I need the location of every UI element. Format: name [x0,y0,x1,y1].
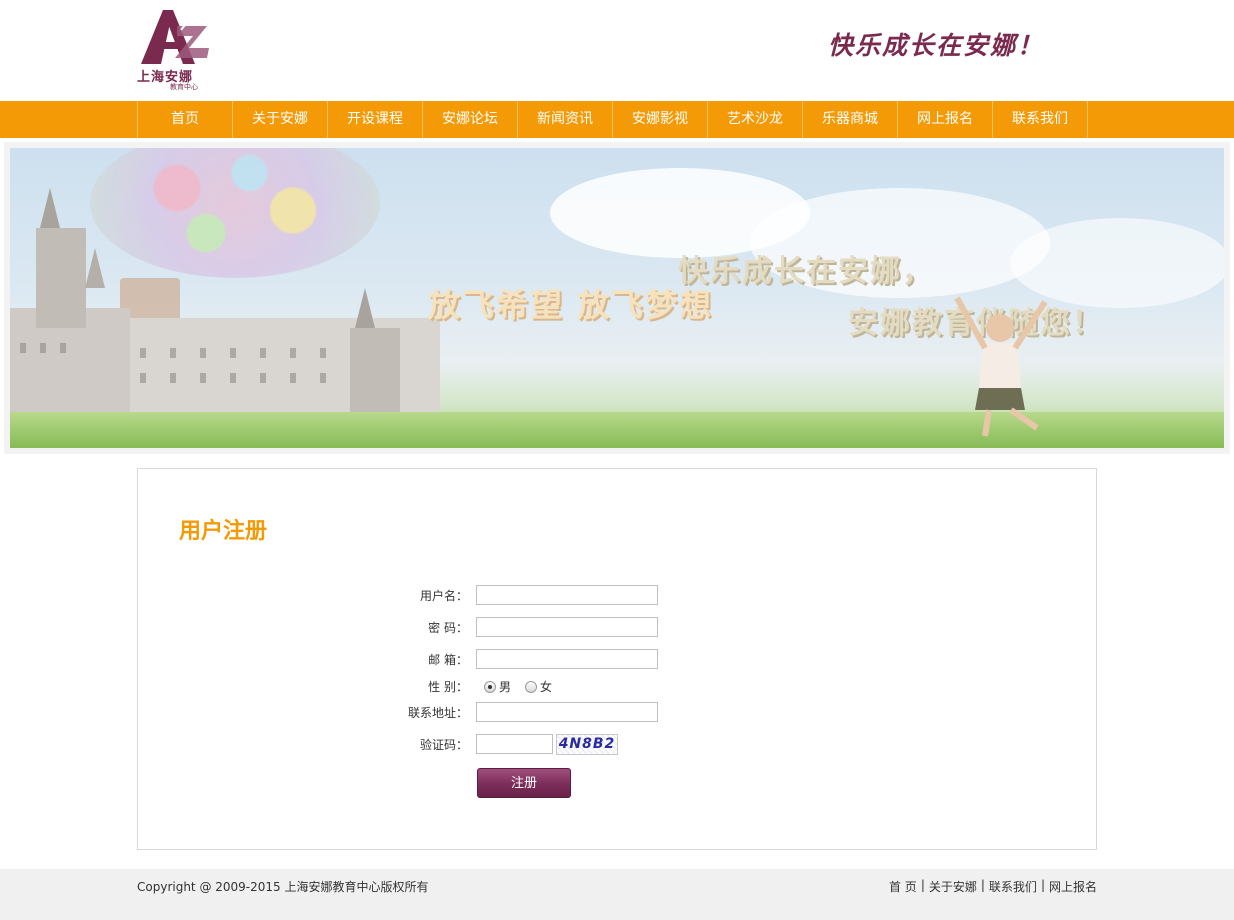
footer-link-signup[interactable]: 网上报名 [1049,878,1097,895]
nav-item-shop[interactable]: 乐器商城 [803,101,898,138]
nav-item-video[interactable]: 安娜影视 [613,101,708,138]
email-label: 邮 箱： [428,653,468,667]
footer-separator: | [980,878,985,892]
banner-slogan-2: 快乐成长在安娜， [678,254,934,289]
footer-links: 首 页 | 关于安娜 | 联系我们 | 网上报名 [889,878,1097,895]
logo-subtext: 教育中心 [170,83,198,91]
registration-panel: 用户注册 用户名： 密 码： 邮 箱： 性 别： 男 女 联系地址： 验证码： … [137,468,1097,850]
gender-male-radio[interactable] [484,681,496,693]
address-label: 联系地址： [407,706,468,720]
address-input[interactable] [476,702,658,722]
nav-item-contact[interactable]: 联系我们 [993,101,1088,138]
copyright-text: Copyright @ 2009-2015 上海安娜教育中心版权所有 [137,880,429,894]
password-label: 密 码： [428,621,468,635]
main-nav: 首页 关于安娜 开设课程 安娜论坛 新闻资讯 安娜影视 艺术沙龙 乐器商城 网上… [0,101,1234,138]
gender-male-label[interactable]: 男 [499,676,511,698]
captcha-row: 验证码： 4N8B2 [388,734,688,756]
header: 上海安娜 教育中心 快乐成长在安娜！ [0,0,1234,101]
nav-item-home[interactable]: 首页 [138,101,233,138]
password-input[interactable] [476,617,658,637]
banner-slogan-1: 放飞希望 放飞梦想 [428,286,714,324]
header-slogan: 快乐成长在安娜！ [828,31,1045,60]
footer-separator: | [920,878,925,892]
footer-separator: | [1040,878,1045,892]
az-logo-icon [141,10,209,64]
nav-item-forum[interactable]: 安娜论坛 [423,101,518,138]
email-input[interactable] [476,649,658,669]
banner-frame: 放飞希望 放飞梦想 快乐成长在安娜， 安娜教育伴随您！ [4,142,1230,454]
captcha-image[interactable]: 4N8B2 [556,734,618,755]
nav-list: 首页 关于安娜 开设课程 安娜论坛 新闻资讯 安娜影视 艺术沙龙 乐器商城 网上… [137,101,1088,138]
nav-item-signup[interactable]: 网上报名 [898,101,993,138]
gender-female-label[interactable]: 女 [540,676,552,698]
gender-female-radio[interactable] [525,681,538,693]
username-label: 用户名： [419,589,468,603]
nav-item-about[interactable]: 关于安娜 [233,101,328,138]
page-title: 用户注册 [179,519,268,544]
captcha-label: 验证码： [419,738,468,752]
gender-label: 性 别： [428,680,468,694]
username-input[interactable] [476,585,658,605]
site-logo[interactable]: 上海安娜 教育中心 [137,8,211,92]
captcha-input[interactable] [476,734,553,754]
footer-link-contact[interactable]: 联系我们 [989,878,1037,895]
nav-item-salon[interactable]: 艺术沙龙 [708,101,803,138]
jumping-child-illustration [954,296,1048,437]
register-button[interactable]: 注册 [477,768,571,798]
footer: Copyright @ 2009-2015 上海安娜教育中心版权所有 首 页 |… [0,869,1234,920]
footer-link-home[interactable]: 首 页 [889,878,917,895]
banner-image: 放飞希望 放飞梦想 快乐成长在安娜， 安娜教育伴随您！ [10,148,1224,448]
footer-link-about[interactable]: 关于安娜 [929,878,977,895]
submit-row: 注册 [388,768,688,798]
nav-item-news[interactable]: 新闻资讯 [518,101,613,138]
gender-row: 性 别： 男 女 [388,676,688,698]
castle-illustration [10,188,440,438]
nav-item-courses[interactable]: 开设课程 [328,101,423,138]
gender-radio-group: 男 女 [484,676,566,698]
